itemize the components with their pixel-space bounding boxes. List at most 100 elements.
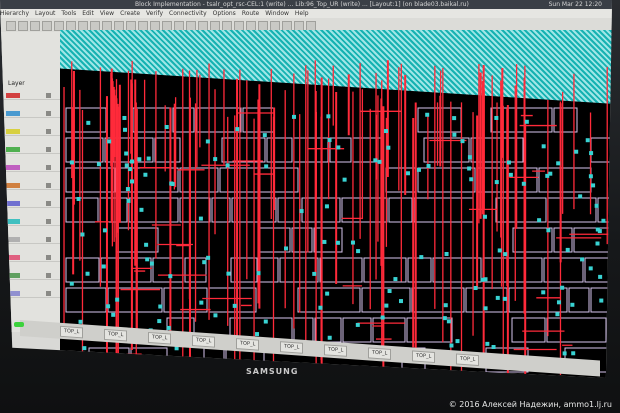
layer-color-swatch xyxy=(6,165,20,170)
via-marker xyxy=(426,163,431,168)
layer-visibility-checkbox[interactable] xyxy=(46,255,51,260)
layer-color-swatch xyxy=(6,201,20,206)
via-marker xyxy=(541,144,546,149)
layer-color-swatch xyxy=(6,183,20,188)
toolbar-button[interactable] xyxy=(30,21,40,31)
power-led xyxy=(14,322,24,327)
layer-visibility-checkbox[interactable] xyxy=(46,201,51,206)
via-marker xyxy=(122,115,127,120)
via-marker xyxy=(449,343,454,348)
layer-visibility-checkbox[interactable] xyxy=(46,111,51,116)
menu-item-edit[interactable]: Edit xyxy=(82,9,94,18)
via-marker xyxy=(386,145,391,150)
via-marker xyxy=(202,260,207,265)
menu-item-window[interactable]: Window xyxy=(265,9,289,18)
cell-outline xyxy=(319,257,363,283)
via-marker xyxy=(580,257,585,262)
toolbar-button[interactable] xyxy=(6,21,16,31)
layer-visibility-checkbox[interactable] xyxy=(46,165,51,170)
toolbar-button[interactable] xyxy=(18,21,28,31)
via-marker xyxy=(318,305,323,310)
via-marker xyxy=(446,319,451,324)
via-marker xyxy=(555,312,560,317)
status-tab[interactable]: TOP_L xyxy=(280,341,304,354)
via-marker xyxy=(494,180,499,185)
status-tab[interactable]: TOP_L xyxy=(368,347,392,360)
layer-visibility-checkbox[interactable] xyxy=(46,291,51,296)
status-tab[interactable]: TOP_L xyxy=(324,344,348,357)
status-tab[interactable]: TOP_L xyxy=(192,335,216,348)
window-title: Block Implementation - tsalr_opt_rsc-CEL… xyxy=(135,1,469,8)
menu-item-view[interactable]: View xyxy=(100,9,114,18)
via-marker xyxy=(336,145,341,150)
menu-item-route[interactable]: Route xyxy=(242,9,259,18)
via-marker xyxy=(373,158,378,163)
via-marker xyxy=(546,228,551,233)
status-tab[interactable]: TOP_L xyxy=(456,353,480,367)
status-tab[interactable]: TOP_L xyxy=(104,328,128,342)
via-marker xyxy=(503,252,508,257)
menu-item-options[interactable]: Options xyxy=(213,9,236,18)
via-marker xyxy=(383,129,388,134)
via-marker xyxy=(232,303,237,308)
layer-visibility-checkbox[interactable] xyxy=(46,273,51,278)
layer-visibility-checkbox[interactable] xyxy=(46,237,51,242)
via-marker xyxy=(206,255,211,260)
menu-item-connectivity[interactable]: Connectivity xyxy=(169,9,207,18)
via-marker xyxy=(137,157,142,162)
cell-outline xyxy=(342,317,372,343)
via-marker xyxy=(537,218,542,223)
status-tab[interactable]: TOP_L xyxy=(60,325,84,339)
via-marker xyxy=(508,172,513,177)
via-marker xyxy=(263,319,268,324)
cell-outline xyxy=(99,197,128,223)
cell-outline xyxy=(291,227,313,253)
layer-visibility-checkbox[interactable] xyxy=(46,147,51,152)
via-marker xyxy=(198,216,203,221)
status-tab[interactable]: TOP_L xyxy=(236,338,260,351)
via-marker xyxy=(425,112,430,117)
via-marker xyxy=(570,302,575,307)
cell-outline xyxy=(547,197,597,223)
via-marker xyxy=(143,172,148,177)
menu-item-hierarchy[interactable]: Hierarchy xyxy=(0,9,29,18)
cell-outline xyxy=(152,257,184,283)
via-marker xyxy=(146,156,151,161)
cell-outline xyxy=(388,197,413,223)
cell-outline xyxy=(432,257,482,283)
via-marker xyxy=(452,132,457,137)
menu-item-create[interactable]: Create xyxy=(120,9,140,18)
cell-outline xyxy=(100,257,152,283)
toolbar-button[interactable] xyxy=(42,21,52,31)
cell-outline xyxy=(543,257,584,283)
via-marker xyxy=(444,251,449,256)
via-marker xyxy=(69,160,74,165)
via-marker xyxy=(327,335,332,340)
via-marker xyxy=(495,295,500,300)
via-marker xyxy=(595,241,600,246)
layer-visibility-checkbox[interactable] xyxy=(46,219,51,224)
via-marker xyxy=(126,198,131,203)
layer-color-swatch xyxy=(6,219,20,224)
status-tab[interactable]: TOP_L xyxy=(412,350,436,364)
status-tab[interactable]: TOP_L xyxy=(148,331,172,345)
layer-visibility-checkbox[interactable] xyxy=(46,183,51,188)
cell-outline xyxy=(573,227,612,253)
cell-outline xyxy=(413,197,474,223)
via-marker xyxy=(256,271,261,276)
layer-visibility-checkbox[interactable] xyxy=(46,93,51,98)
menu-item-verify[interactable]: Verify xyxy=(146,9,163,18)
cell-outline xyxy=(590,137,612,163)
via-marker xyxy=(264,164,269,169)
layout-canvas[interactable] xyxy=(60,30,612,378)
menu-item-help[interactable]: Help xyxy=(295,9,309,18)
via-marker xyxy=(578,194,583,199)
menu-item-layout[interactable]: Layout xyxy=(35,9,55,18)
layer-visibility-checkbox[interactable] xyxy=(46,129,51,134)
menu-item-tools[interactable]: Tools xyxy=(61,9,76,18)
via-marker xyxy=(145,257,150,262)
via-marker xyxy=(491,344,496,349)
monitor-brand-logo: SAMSUNG xyxy=(246,367,299,376)
via-marker xyxy=(342,177,347,182)
cell-outline xyxy=(65,287,107,313)
